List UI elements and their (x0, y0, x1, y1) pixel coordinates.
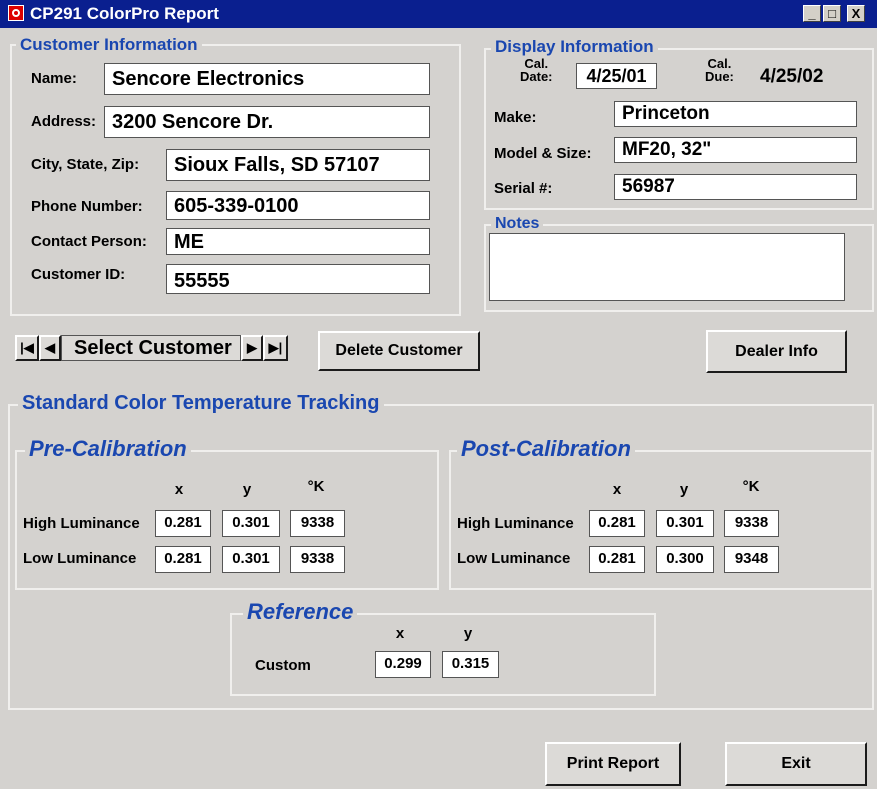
app-icon (8, 5, 24, 21)
contact-label: Contact Person: (31, 233, 147, 250)
post-calibration-legend: Post-Calibration (457, 436, 635, 462)
post-y-header: y (679, 481, 689, 498)
serial-field[interactable]: 56987 (614, 174, 857, 200)
cal-due-label: Cal. Due: (705, 57, 734, 83)
post-low-k-field[interactable]: 9348 (724, 546, 779, 573)
name-field[interactable]: Sencore Electronics (104, 63, 430, 95)
customer-info-legend: Customer Information (16, 35, 202, 55)
cal-due-value: 4/25/02 (760, 66, 824, 87)
phone-field[interactable]: 605-339-0100 (166, 191, 430, 220)
close-button[interactable]: X (847, 5, 865, 22)
first-record-button[interactable]: |◀ (15, 335, 39, 361)
delete-customer-button[interactable]: Delete Customer (318, 331, 480, 371)
customer-id-field[interactable]: 55555 (166, 264, 430, 294)
post-x-header: x (612, 481, 622, 498)
notes-legend: Notes (491, 215, 544, 233)
minimize-button[interactable]: _ (803, 5, 821, 22)
title-bar: CP291 ColorPro Report _ □ X (0, 0, 877, 28)
cal-date-label-line2: Date: (520, 69, 553, 84)
dealer-info-button[interactable]: Dealer Info (706, 330, 847, 373)
post-high-y-field[interactable]: 0.301 (656, 510, 714, 537)
notes-textarea[interactable] (489, 233, 845, 301)
prev-record-button[interactable]: ◀ (39, 335, 61, 361)
cal-due-label-line2: Due: (705, 69, 734, 84)
city-label: City, State, Zip: (31, 156, 140, 173)
address-label: Address: (31, 113, 97, 130)
model-size-label: Model & Size: (494, 145, 592, 162)
post-low-luminance-label: Low Luminance (457, 550, 571, 567)
address-field[interactable]: 3200 Sencore Dr. (104, 106, 430, 138)
display-info-legend: Display Information (491, 37, 658, 57)
last-record-button[interactable]: ▶| (263, 335, 288, 361)
pre-k-header: °K (307, 478, 325, 495)
customer-id-label: Customer ID: (31, 266, 126, 283)
reference-x-header: x (395, 625, 405, 642)
tracking-legend: Standard Color Temperature Tracking (18, 392, 384, 415)
reference-y-header: y (463, 625, 473, 642)
pre-high-x-field[interactable]: 0.281 (155, 510, 211, 537)
pre-low-x-field[interactable]: 0.281 (155, 546, 211, 573)
serial-label: Serial #: (494, 180, 553, 197)
pre-high-y-field[interactable]: 0.301 (222, 510, 280, 537)
window-title: CP291 ColorPro Report (30, 4, 219, 23)
make-label: Make: (494, 109, 537, 126)
post-high-luminance-label: High Luminance (457, 515, 574, 532)
pre-high-luminance-label: High Luminance (23, 515, 140, 532)
next-record-button[interactable]: ▶ (241, 335, 263, 361)
maximize-button[interactable]: □ (823, 5, 841, 22)
post-low-y-field[interactable]: 0.300 (656, 546, 714, 573)
model-size-field[interactable]: MF20, 32" (614, 137, 857, 163)
exit-button[interactable]: Exit (725, 742, 867, 786)
post-high-k-field[interactable]: 9338 (724, 510, 779, 537)
reference-legend: Reference (243, 599, 358, 625)
print-report-button[interactable]: Print Report (545, 742, 681, 786)
post-k-header: °K (742, 478, 760, 495)
pre-y-header: y (242, 481, 252, 498)
reference-custom-label: Custom (255, 657, 311, 674)
pre-calibration-legend: Pre-Calibration (25, 436, 191, 462)
pre-low-luminance-label: Low Luminance (23, 550, 137, 567)
contact-field[interactable]: ME (166, 228, 430, 255)
cal-date-field[interactable]: 4/25/01 (576, 63, 657, 89)
post-low-x-field[interactable]: 0.281 (589, 546, 645, 573)
reference-custom-x-field[interactable]: 0.299 (375, 651, 431, 678)
make-field[interactable]: Princeton (614, 101, 857, 127)
pre-high-k-field[interactable]: 9338 (290, 510, 345, 537)
cal-date-label: Cal. Date: (520, 57, 553, 83)
pre-low-k-field[interactable]: 9338 (290, 546, 345, 573)
city-state-zip-field[interactable]: Sioux Falls, SD 57107 (166, 149, 430, 181)
pre-x-header: x (174, 481, 184, 498)
phone-label: Phone Number: (31, 198, 143, 215)
pre-low-y-field[interactable]: 0.301 (222, 546, 280, 573)
name-label: Name: (31, 70, 77, 87)
post-high-x-field[interactable]: 0.281 (589, 510, 645, 537)
reference-custom-y-field[interactable]: 0.315 (442, 651, 499, 678)
select-customer-field[interactable]: Select Customer (61, 335, 241, 361)
